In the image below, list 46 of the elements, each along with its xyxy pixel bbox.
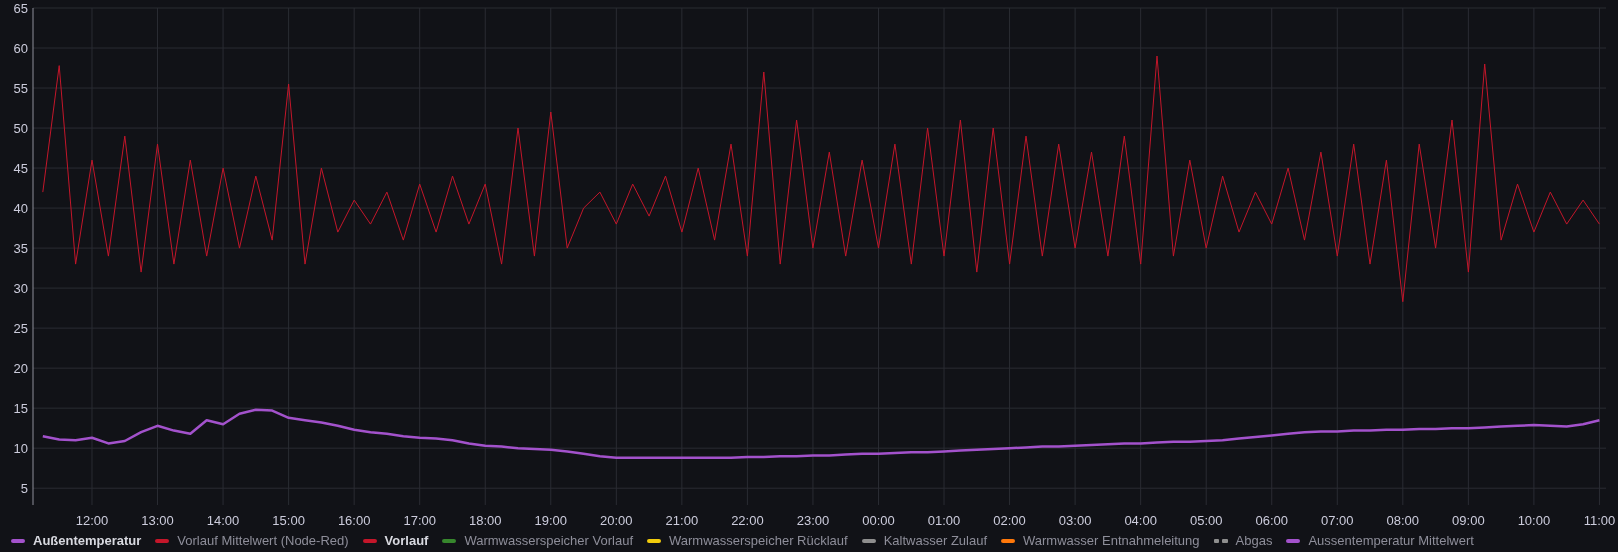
y-tick-label: 60	[13, 40, 28, 56]
x-tick-label: 21:00	[665, 513, 699, 528]
x-tick-label: 23:00	[796, 513, 830, 528]
x-tick-label: 15:00	[272, 513, 305, 528]
legend-item[interactable]: Vorlauf	[362, 531, 429, 551]
legend-item[interactable]: Warmwasserspeicher Rücklauf	[647, 531, 848, 551]
y-tick-label: 15	[13, 400, 28, 416]
x-tick-label: 06:00	[1255, 513, 1288, 528]
legend-item[interactable]: Warmwasser Entnahmeleitung	[1001, 531, 1200, 551]
y-tick-label: 45	[13, 160, 28, 176]
x-tick-label: 14:00	[206, 513, 240, 528]
y-tick-label: 55	[13, 80, 28, 96]
x-tick-label: 11:00	[1583, 513, 1616, 528]
legend-item[interactable]: Kaltwasser Zulauf	[861, 531, 987, 551]
y-tick-label: 25	[13, 320, 28, 336]
y-tick-label: 30	[13, 280, 28, 296]
x-tick-label: 16:00	[337, 513, 371, 528]
y-tick-label: 20	[13, 360, 28, 376]
x-tick-label: 02:00	[993, 513, 1026, 528]
legend-item[interactable]: Aussentemperatur Mittelwert	[1286, 531, 1474, 551]
x-tick-label: 22:00	[731, 513, 764, 528]
x-tick-label: 13:00	[141, 513, 174, 528]
legend-item[interactable]: Außentemperatur	[11, 531, 142, 551]
y-tick-label: 5	[20, 480, 28, 496]
x-tick-label: 07:00	[1321, 513, 1354, 528]
x-tick-label: 08:00	[1386, 513, 1420, 528]
legend-item[interactable]: Vorlauf Mittelwert (Node-Red)	[155, 531, 349, 551]
y-tick-label: 40	[13, 200, 28, 216]
x-tick-label: 00:00	[862, 513, 895, 528]
y-tick-label: 10	[13, 440, 28, 456]
x-tick-label: 01:00	[927, 513, 961, 528]
legend-item[interactable]: Warmwasserspeicher Vorlauf	[442, 531, 633, 551]
x-tick-label: 03:00	[1058, 513, 1092, 528]
x-tick-label: 17:00	[403, 513, 436, 528]
x-tick-label: 04:00	[1124, 513, 1157, 528]
y-tick-label: 35	[13, 240, 28, 256]
y-tick-label: 50	[13, 120, 28, 136]
x-tick-label: 10:00	[1517, 513, 1551, 528]
legend-item[interactable]: Abgas	[1213, 531, 1273, 551]
x-tick-label: 05:00	[1189, 513, 1223, 528]
x-tick-label: 18:00	[468, 513, 502, 528]
y-tick-label: 65	[13, 0, 28, 16]
x-tick-label: 12:00	[75, 513, 109, 528]
x-tick-label: 09:00	[1452, 513, 1485, 528]
x-tick-label: 19:00	[534, 513, 568, 528]
x-tick-label: 20:00	[600, 513, 633, 528]
